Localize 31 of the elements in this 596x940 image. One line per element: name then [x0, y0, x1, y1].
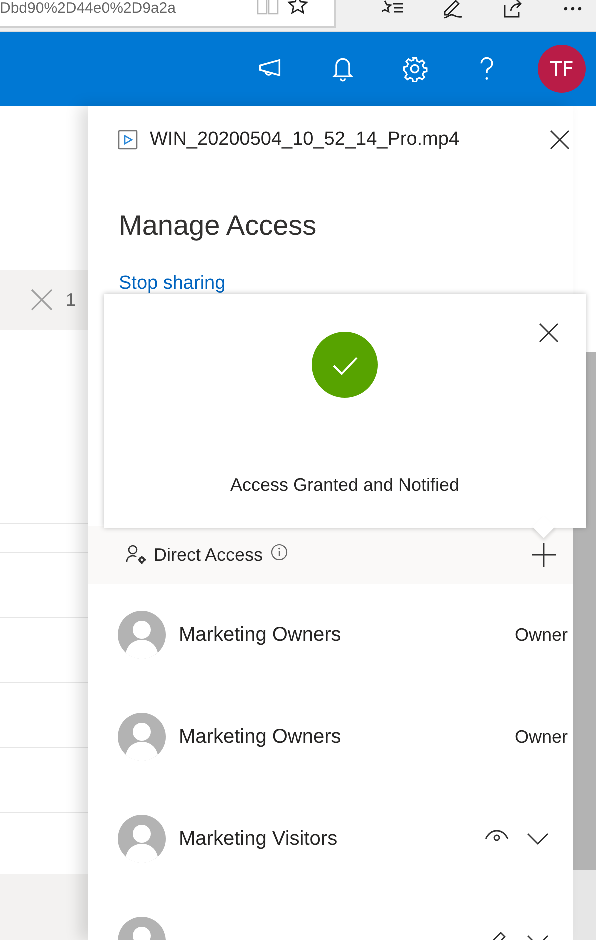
section-title: Direct Access: [154, 544, 264, 566]
person-avatar: [118, 611, 166, 659]
close-icon[interactable]: [539, 323, 559, 343]
close-icon[interactable]: [550, 130, 570, 150]
person-avatar: [118, 815, 166, 863]
account-avatar[interactable]: TF: [538, 45, 586, 93]
stop-sharing-link[interactable]: Stop sharing: [119, 272, 226, 296]
url-text: Dbd90%2D44e0%2D9a2a: [0, 0, 177, 18]
status-message: Access Granted and Notified: [230, 475, 460, 496]
role-label: Owner: [514, 726, 568, 748]
user-settings-icon: [126, 545, 148, 565]
success-check-icon: [312, 332, 378, 398]
member-name: Marketing Visitors: [179, 828, 338, 850]
file-name: WIN_20200504_10_52_14_Pro.mp4: [150, 129, 461, 151]
notifications-icon[interactable]: [330, 56, 356, 82]
panel-title: Manage Access: [119, 209, 318, 243]
star-icon[interactable]: [287, 0, 309, 16]
more-icon[interactable]: [562, 4, 584, 12]
member-name: Marketing Owners: [179, 726, 342, 748]
add-icon[interactable]: [532, 543, 556, 567]
pen-icon[interactable]: [442, 0, 464, 20]
member-name: Marketing Owners: [179, 624, 342, 646]
chevron-down-icon[interactable]: [527, 833, 549, 845]
info-icon[interactable]: [271, 544, 288, 560]
video-file-icon: [118, 130, 138, 150]
share-icon[interactable]: [502, 0, 524, 20]
address-bar[interactable]: Dbd90%2D44e0%2D9a2a: [0, 0, 336, 28]
selection-count: 1: [66, 290, 76, 310]
settings-icon[interactable]: [402, 56, 428, 82]
role-label: Owner: [514, 624, 568, 646]
person-avatar: [118, 713, 166, 761]
